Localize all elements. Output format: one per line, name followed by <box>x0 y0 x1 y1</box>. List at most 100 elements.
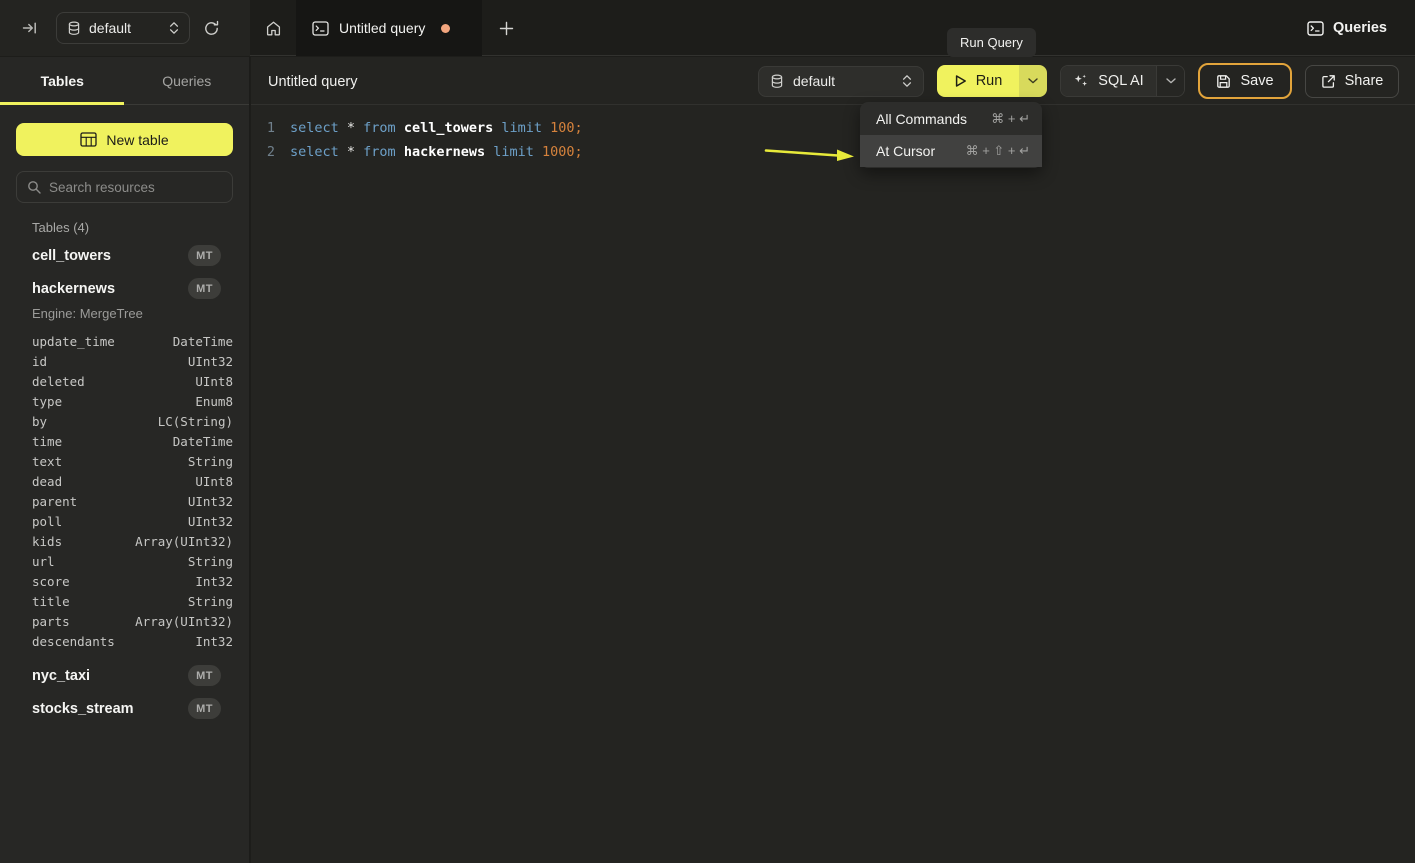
column-type: Enum8 <box>195 394 233 409</box>
refresh-button[interactable] <box>196 13 226 43</box>
main-area: Untitled query default <box>251 57 1415 863</box>
column-name: id <box>32 354 47 369</box>
run-button-label: Run <box>976 73 1003 89</box>
sparkles-icon <box>1073 73 1089 89</box>
code-text: select * from hackernews limit 1000; <box>290 144 583 160</box>
run-options-button[interactable] <box>1019 65 1047 97</box>
new-table-button[interactable]: New table <box>16 123 233 156</box>
column-name: by <box>32 414 47 429</box>
column-row[interactable]: idUInt32 <box>0 351 250 371</box>
sidebar-tabs: Tables Queries <box>0 57 249 105</box>
search-box <box>16 171 233 203</box>
collapse-sidebar-icon <box>22 20 38 36</box>
collapse-sidebar-button[interactable] <box>14 12 46 44</box>
tab-untitled-query[interactable]: Untitled query <box>296 0 482 56</box>
engine-badge: MT <box>188 278 221 299</box>
tab-strip: Untitled query <box>250 0 530 56</box>
terminal-icon <box>1307 21 1324 36</box>
column-row[interactable]: kids Array(UInt32) <box>0 531 250 551</box>
refresh-icon <box>203 20 220 37</box>
column-type: LC(String) <box>158 414 233 429</box>
toolbar-database-selector[interactable]: default <box>758 66 924 97</box>
column-name: poll <box>32 514 62 529</box>
column-name: dead <box>32 474 62 489</box>
menu-item-at-cursor[interactable]: At Cursor ⌘ + ⇧ + ↵ <box>860 135 1042 167</box>
column-row[interactable]: by LC(String) <box>0 411 250 431</box>
column-name: url <box>32 554 55 569</box>
table-name: cell_towers <box>32 248 111 264</box>
topbar-database-value: default <box>89 20 161 36</box>
column-row[interactable]: textString <box>0 451 250 471</box>
sidebar-tab-tables[interactable]: Tables <box>0 57 125 104</box>
line-number: 2 <box>251 144 275 160</box>
run-button-group: Run <box>937 65 1047 97</box>
column-row[interactable]: descendants Int32 <box>0 631 250 651</box>
menu-item-label: All Commands <box>876 111 967 127</box>
column-row[interactable]: partsArray(UInt32) <box>0 611 250 631</box>
engine-label: Engine: MergeTree <box>32 306 143 321</box>
sql-ai-button[interactable]: SQL AI <box>1061 66 1156 96</box>
table-row-cell-towers[interactable]: cell_towers MT <box>16 242 233 269</box>
table-name: hackernews <box>32 281 115 297</box>
queries-button[interactable]: Queries <box>1307 20 1387 36</box>
hackernews-columns-list: update_timeDateTimeidUInt32deletedUInt8t… <box>0 331 250 651</box>
column-type: Int32 <box>195 634 233 649</box>
save-button[interactable]: Save <box>1198 63 1292 99</box>
column-row[interactable]: scoreInt32 <box>0 571 250 591</box>
code-text: select * from cell_towers limit 100; <box>290 120 583 136</box>
query-title: Untitled query <box>268 74 357 90</box>
column-row[interactable]: title String <box>0 591 250 611</box>
plus-icon <box>499 21 514 36</box>
sidebar-tab-queries[interactable]: Queries <box>125 57 250 104</box>
column-row[interactable]: typeEnum8 <box>0 391 250 411</box>
column-row[interactable]: timeDateTime <box>0 431 250 451</box>
database-icon <box>770 74 784 89</box>
save-icon <box>1216 74 1231 89</box>
table-row-nyc-taxi[interactable]: nyc_taxi MT <box>16 662 233 689</box>
table-row-stocks-stream[interactable]: stocks_stream MT <box>16 695 233 722</box>
column-name: descendants <box>32 634 115 649</box>
sql-editor[interactable]: 1select * from cell_towers limit 100; 2 se… <box>251 105 1415 164</box>
query-toolbar: Untitled query default <box>251 57 1415 105</box>
column-type: UInt32 <box>188 494 233 509</box>
updown-chevron-icon <box>902 74 912 88</box>
topbar-database-selector[interactable]: default <box>56 12 190 44</box>
engine-badge: MT <box>188 698 221 719</box>
menu-item-all-commands[interactable]: All Commands ⌘ + ↵ <box>860 103 1042 135</box>
column-name: kids <box>32 534 62 549</box>
column-row[interactable]: urlString <box>0 551 250 571</box>
column-type: String <box>188 454 233 469</box>
top-bar: default Untitled query <box>0 0 1415 56</box>
column-name: score <box>32 574 70 589</box>
new-tab-button[interactable] <box>482 0 530 56</box>
column-row[interactable]: parentUInt32 <box>0 491 250 511</box>
sql-ai-options-button[interactable] <box>1156 66 1184 96</box>
code-line[interactable]: 2 select * from hackernews limit 1000; <box>251 140 1415 164</box>
code-line[interactable]: 1select * from cell_towers limit 100; <box>251 116 1415 140</box>
engine-badge: MT <box>188 665 221 686</box>
column-type: DateTime <box>173 334 233 349</box>
toolbar-actions: default Run <box>758 57 1399 105</box>
column-name: time <box>32 434 62 449</box>
database-icon <box>67 21 81 36</box>
search-input[interactable] <box>49 180 226 195</box>
column-type: Array(UInt32) <box>135 534 233 549</box>
column-name: title <box>32 594 70 609</box>
query-console-app: default Untitled query <box>0 0 1415 863</box>
menu-item-shortcut: ⌘ + ↵ <box>991 111 1030 127</box>
table-row-hackernews[interactable]: hackernews MT <box>16 275 233 302</box>
updown-chevron-icon <box>169 21 179 35</box>
column-type: String <box>188 594 233 609</box>
column-row[interactable]: pollUInt32 <box>0 511 250 531</box>
sql-ai-label: SQL AI <box>1098 73 1143 89</box>
column-row[interactable]: deletedUInt8 <box>0 371 250 391</box>
queries-button-label: Queries <box>1333 20 1387 36</box>
run-button[interactable]: Run <box>937 65 1019 97</box>
column-row[interactable]: deadUInt8 <box>0 471 250 491</box>
home-button[interactable] <box>250 0 296 56</box>
save-button-label: Save <box>1240 73 1273 89</box>
share-button[interactable]: Share <box>1305 65 1399 98</box>
top-bar-left: default <box>0 0 250 56</box>
column-row[interactable]: update_timeDateTime <box>0 331 250 351</box>
column-type: UInt8 <box>195 374 233 389</box>
